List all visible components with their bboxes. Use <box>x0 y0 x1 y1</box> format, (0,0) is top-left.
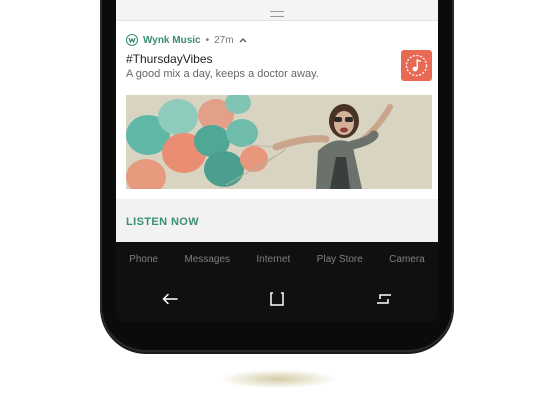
phone-shadow <box>222 370 334 388</box>
notification-action-bar: LISTEN NOW <box>116 199 438 242</box>
home-button[interactable] <box>257 279 297 319</box>
dock-app-phone[interactable]: Phone <box>129 254 158 265</box>
notification-shade[interactable] <box>116 0 438 21</box>
dock-app-messages[interactable]: Messages <box>184 254 230 265</box>
notification-thumbnail <box>401 50 432 81</box>
dock-app-camera[interactable]: Camera <box>389 254 425 265</box>
home-icon <box>270 292 284 306</box>
separator-dot: • <box>205 34 210 46</box>
app-name: Wynk Music <box>143 34 201 46</box>
back-icon <box>162 293 178 305</box>
notification-title: #ThursdayVibes <box>126 52 213 66</box>
recents-icon <box>377 294 392 304</box>
notification-body: A good mix a day, keeps a doctor away. <box>126 68 319 80</box>
app-dock: Phone Messages Internet Play Store Camer… <box>116 244 438 274</box>
dock-app-play-store[interactable]: Play Store <box>317 254 363 265</box>
listen-now-button[interactable]: LISTEN NOW <box>126 216 199 228</box>
notification-card[interactable]: Wynk Music • 27m #ThursdayVibes A good m… <box>116 21 438 242</box>
notification-banner-image[interactable] <box>126 95 432 189</box>
phone-screen: Wynk Music • 27m #ThursdayVibes A good m… <box>116 0 438 322</box>
chevron-up-icon[interactable] <box>239 35 247 45</box>
drag-handle-icon[interactable] <box>270 11 284 17</box>
back-button[interactable] <box>150 279 190 319</box>
music-note-icon <box>405 54 428 77</box>
notification-time: 27m <box>214 34 234 46</box>
dock-app-internet[interactable]: Internet <box>256 254 290 265</box>
notification-header: Wynk Music • 27m <box>126 33 247 47</box>
wynk-music-icon <box>126 34 138 46</box>
navigation-bar <box>116 276 438 322</box>
recents-button[interactable] <box>364 279 404 319</box>
